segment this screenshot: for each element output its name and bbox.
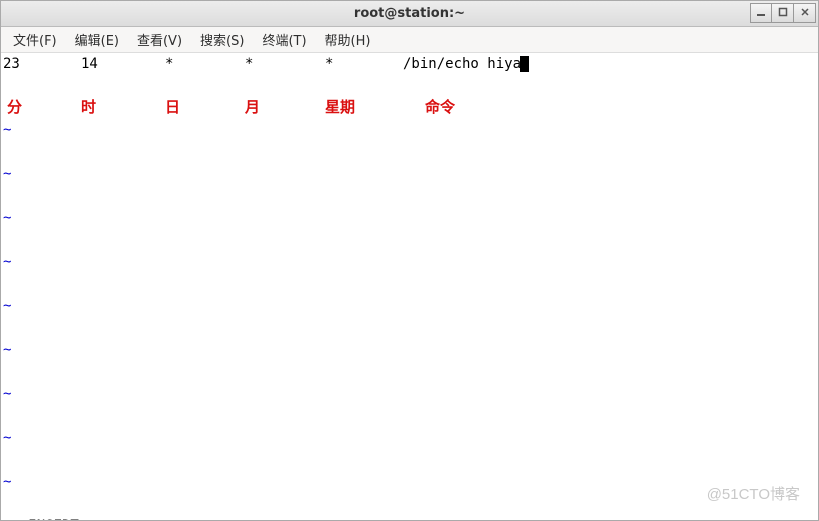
blank-line (3, 317, 818, 339)
anno-day: 日 (165, 97, 245, 119)
vim-status-line: -- INSERT -- (3, 515, 818, 520)
anno-month: 月 (245, 97, 325, 119)
menu-view[interactable]: 查看(V) (129, 27, 190, 52)
tilde-line: ~ (3, 119, 818, 141)
anno-weekday: 星期 (325, 97, 425, 119)
terminal-window: root@station:~ 文件(F) 编辑(E) 查看(V) 搜索(S) (0, 0, 819, 521)
cron-day-of-month: * (165, 53, 245, 75)
minimize-icon (756, 7, 766, 20)
blank-line (3, 141, 818, 163)
tilde-line: ~ (3, 295, 818, 317)
annotation-row: 分 时 日 月 星期 命令 (3, 97, 818, 119)
maximize-button[interactable] (772, 3, 794, 23)
tilde-line: ~ (3, 163, 818, 185)
blank-line (3, 185, 818, 207)
blank-line (3, 449, 818, 471)
maximize-icon (778, 7, 788, 20)
close-icon (800, 7, 810, 20)
blank-line (3, 405, 818, 427)
menu-file[interactable]: 文件(F) (5, 27, 65, 52)
tilde-line: ~ (3, 383, 818, 405)
tilde-line: ~ (3, 427, 818, 449)
window-controls (750, 3, 816, 23)
tilde-line: ~ (3, 251, 818, 273)
cron-hour: 14 (81, 53, 165, 75)
menu-search[interactable]: 搜索(S) (192, 27, 252, 52)
window-title: root@station:~ (1, 6, 818, 21)
figure-label-line: ~ 图7-2 (3, 493, 818, 515)
blank-line (3, 273, 818, 295)
close-button[interactable] (794, 3, 816, 23)
anno-minute: 分 (3, 97, 81, 119)
text-cursor (520, 56, 529, 72)
terminal-viewport[interactable]: 23 14 * * * /bin/echo hiya 分 时 日 月 星期 命令… (1, 53, 818, 520)
tilde-line: ~ (3, 471, 818, 493)
menubar: 文件(F) 编辑(E) 查看(V) 搜索(S) 终端(T) 帮助(H) (1, 27, 818, 53)
anno-hour: 时 (81, 97, 165, 119)
minimize-button[interactable] (750, 3, 772, 23)
titlebar: root@station:~ (1, 1, 818, 27)
menu-terminal[interactable]: 终端(T) (254, 27, 314, 52)
tilde-line: ~ (3, 339, 818, 361)
blank-line (3, 229, 818, 251)
cron-day-of-week: * (325, 53, 403, 75)
menu-help[interactable]: 帮助(H) (317, 27, 379, 52)
blank-line (3, 361, 818, 383)
menu-edit[interactable]: 编辑(E) (67, 27, 127, 52)
cron-command: /bin/echo hiya (403, 53, 521, 75)
tilde-line: ~ (3, 207, 818, 229)
anno-command: 命令 (425, 97, 455, 119)
cron-month: * (245, 53, 325, 75)
cron-entry-line: 23 14 * * * /bin/echo hiya (3, 53, 818, 75)
cron-minute: 23 (3, 53, 81, 75)
blank-line (3, 75, 818, 97)
